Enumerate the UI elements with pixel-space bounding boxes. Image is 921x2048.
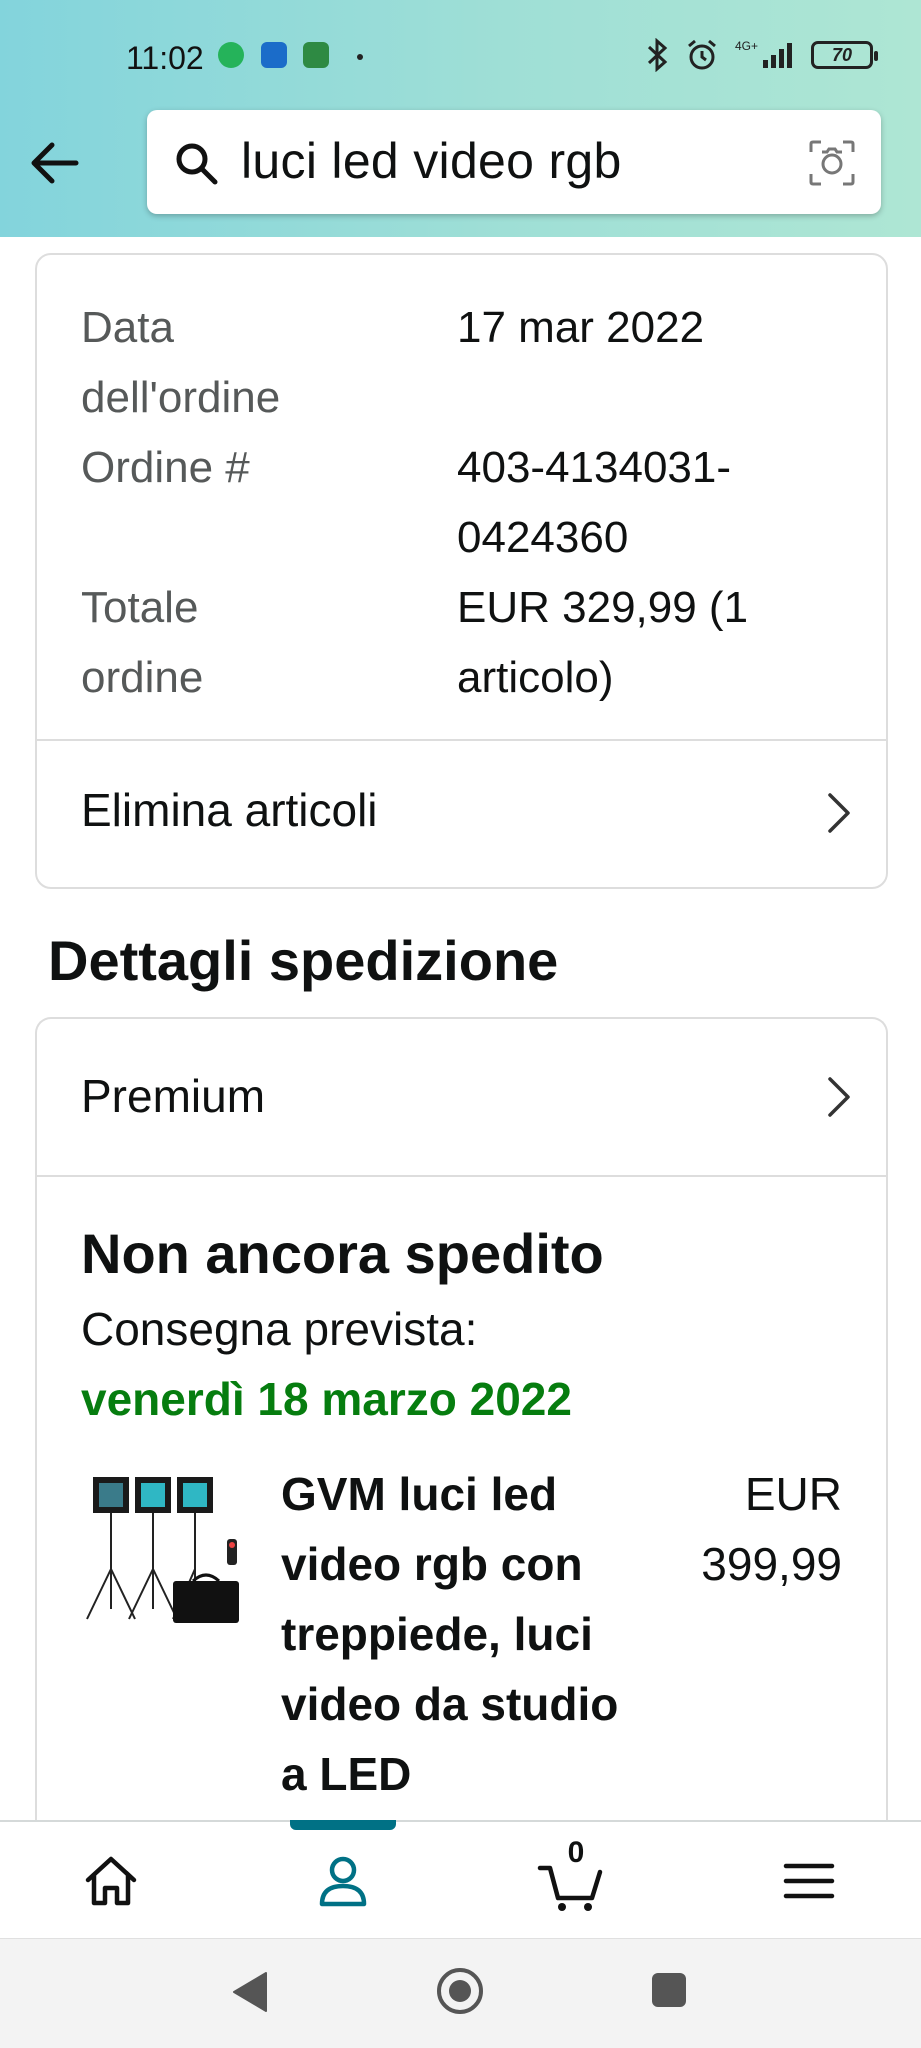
camera-search-icon[interactable] (807, 138, 857, 188)
shipping-details-title: Dettagli spedizione (48, 929, 559, 992)
order-number-row: Ordine # 403-4134031-0424360 (81, 433, 731, 562)
shipment-status: Non ancora spedito (81, 1222, 604, 1285)
signal-icon: 4G+ (735, 39, 792, 68)
whatsapp-notification-icon (218, 42, 244, 68)
active-tab-indicator (290, 1820, 396, 1830)
home-circle-icon[interactable] (434, 1965, 486, 2017)
battery-icon: 70 (811, 41, 878, 69)
order-date-label: Data dell'ordine (81, 303, 281, 422)
app-header: 11:02 4G+ 70 luci led video rgb (0, 0, 921, 237)
home-icon[interactable] (76, 1846, 146, 1916)
status-icons: 4G+ 70 (645, 38, 878, 72)
shipping-type-row[interactable]: Premium (37, 1019, 886, 1175)
shipping-type-label: Premium (81, 1070, 266, 1122)
remove-items-row[interactable]: Elimina articoli (37, 741, 886, 887)
order-number-label: Ordine # (81, 443, 250, 492)
bluetooth-icon (647, 38, 668, 72)
delivery-date: venerdì 18 marzo 2022 (81, 1373, 572, 1425)
order-total-row: Totale ordine EUR 329,99 (1 articolo) (81, 573, 748, 713)
search-input[interactable]: luci led video rgb (241, 132, 622, 190)
recents-square-icon[interactable] (650, 1971, 688, 2009)
order-date-row: Data dell'ordine 17 mar 2022 (81, 293, 704, 433)
account-icon[interactable] (308, 1846, 378, 1916)
cart-button[interactable]: 0 (536, 1836, 606, 1916)
status-bar: 11:02 4G+ 70 (0, 30, 921, 86)
more-notifications-dot-icon (357, 54, 363, 60)
order-summary-card: Data dell'ordine 17 mar 2022 Ordine # 40… (35, 253, 888, 889)
led-light-kit-product-image[interactable] (81, 1469, 241, 1629)
network-type-label: 4G+ (735, 39, 758, 53)
shipment-card: Premium Non ancora spedito Consegna prev… (35, 1017, 888, 1837)
chevron-right-icon (828, 1077, 850, 1117)
order-total-label: Totale ordine (81, 583, 204, 702)
status-time: 11:02 (126, 40, 204, 76)
back-triangle-icon[interactable] (228, 1969, 272, 2015)
order-total-value: EUR 329,99 (1 articolo) (457, 583, 749, 702)
app-notification-icon (303, 42, 329, 68)
product-price: EUR 399,99 (701, 1468, 842, 1590)
outlook-notification-icon (261, 42, 287, 68)
search-bar[interactable]: luci led video rgb (147, 110, 881, 214)
order-number-value: 403-4134031-0424360 (457, 443, 732, 562)
cart-count: 0 (567, 1836, 585, 1869)
back-arrow-icon[interactable] (28, 138, 82, 188)
order-date-value: 17 mar 2022 (457, 303, 705, 352)
chevron-right-icon (828, 793, 850, 833)
product-title[interactable]: GVM luci led video rgb con treppiede, lu… (281, 1459, 651, 1809)
bottom-nav: 0 (0, 1820, 921, 1938)
delivery-label: Consegna prevista: (81, 1303, 478, 1355)
alarm-icon (688, 39, 716, 70)
divider (37, 1175, 886, 1177)
search-icon (176, 143, 218, 185)
android-navigation-bar (0, 1938, 921, 2048)
remove-items-label: Elimina articoli (81, 784, 378, 836)
menu-icon[interactable] (774, 1846, 844, 1916)
